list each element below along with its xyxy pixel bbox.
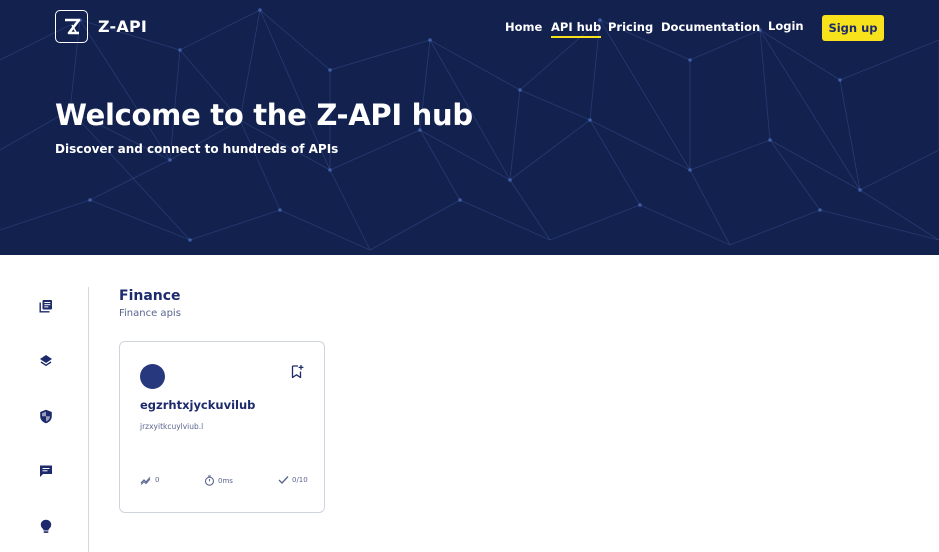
success-value: 0/10	[292, 476, 308, 484]
nav-documentation[interactable]: Documentation	[661, 20, 760, 34]
popularity-value: 0	[155, 476, 160, 484]
api-card-description: jrzxyitkcuylviub.l	[140, 422, 204, 431]
hero-subtitle: Discover and connect to hundreds of APIs	[55, 142, 339, 156]
lightbulb-icon[interactable]	[38, 518, 54, 534]
z-api-logo-icon[interactable]	[55, 10, 88, 43]
shield-glyph	[40, 409, 52, 423]
sidebar-divider	[88, 287, 89, 552]
nav-api-hub[interactable]: API hub	[551, 20, 602, 38]
layers-glyph	[40, 355, 52, 367]
layers-icon[interactable]	[38, 353, 54, 369]
nav-home[interactable]: Home	[505, 20, 542, 34]
library-books-icon[interactable]	[38, 298, 54, 314]
logo-glyph	[64, 18, 80, 34]
nav-pricing[interactable]: Pricing	[608, 20, 653, 34]
chat-icon[interactable]	[38, 463, 54, 479]
nav-login[interactable]: Login	[768, 19, 804, 33]
library-books-glyph	[39, 300, 52, 313]
check-icon	[278, 476, 289, 484]
shield-icon[interactable]	[38, 408, 54, 424]
latency-stat: 0ms	[204, 475, 233, 486]
trending-icon	[140, 477, 151, 485]
section-subtitle: Finance apis	[119, 308, 181, 319]
timer-icon	[204, 475, 215, 486]
lightbulb-glyph	[40, 519, 52, 533]
api-avatar	[140, 364, 165, 389]
bookmark-add-icon[interactable]	[290, 364, 306, 380]
bookmark-glyph	[291, 365, 304, 379]
popularity-stat: 0	[140, 475, 159, 485]
latency-value: 0ms	[218, 476, 233, 485]
brand-name[interactable]: Z-API	[98, 17, 147, 36]
top-navbar: Z-API Home API hub Pricing Documentation…	[0, 0, 939, 56]
signup-button[interactable]: Sign up	[822, 15, 884, 41]
success-stat: 0/10	[278, 475, 308, 485]
section-title: Finance	[119, 288, 181, 304]
hero-banner: Z-API Home API hub Pricing Documentation…	[0, 0, 939, 255]
api-card-title: egzrhtxjyckuvilub	[140, 398, 256, 412]
api-card[interactable]: egzrhtxjyckuvilub jrzxyitkcuylviub.l 0 0…	[119, 341, 325, 513]
chat-glyph	[40, 465, 52, 477]
hero-title: Welcome to the Z-API hub	[55, 98, 473, 132]
